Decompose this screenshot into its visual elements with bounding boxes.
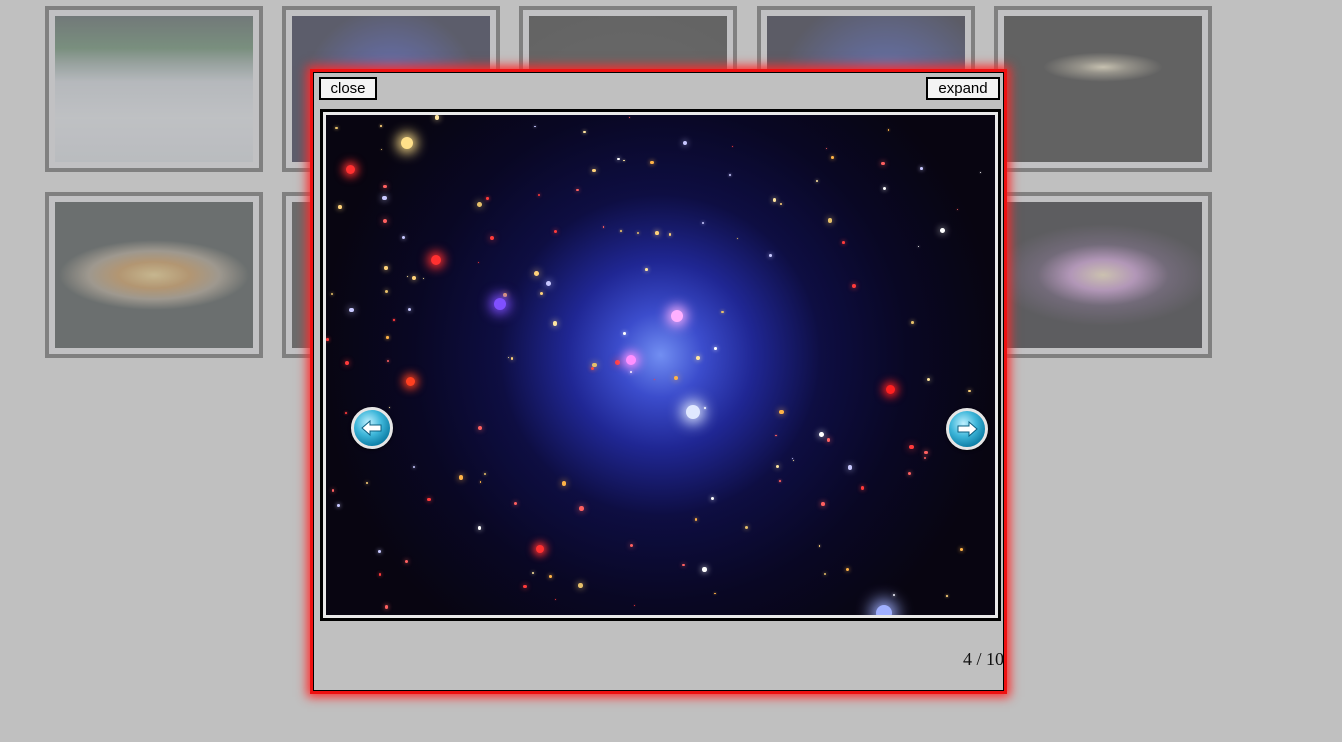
image-viewer [320, 109, 1001, 621]
lightbox-dialog: close expand 4 / 10 [313, 72, 1004, 691]
arrow-right-icon [957, 420, 978, 438]
expand-button[interactable]: expand [926, 77, 1000, 100]
previous-button[interactable] [351, 407, 393, 449]
thumbnail-disk[interactable] [45, 192, 263, 358]
thumbnail-aurora[interactable] [45, 6, 263, 172]
image-frame [323, 112, 998, 618]
thumbnail-edge-galaxy[interactable] [994, 6, 1212, 172]
image-counter: 4 / 10 [962, 649, 1004, 669]
next-button[interactable] [946, 408, 988, 450]
thumbnail-spiral[interactable] [994, 192, 1212, 358]
gallery-page: close expand 4 / 10 [0, 0, 1342, 742]
close-button[interactable]: close [319, 77, 377, 100]
arrow-left-icon [361, 419, 382, 437]
